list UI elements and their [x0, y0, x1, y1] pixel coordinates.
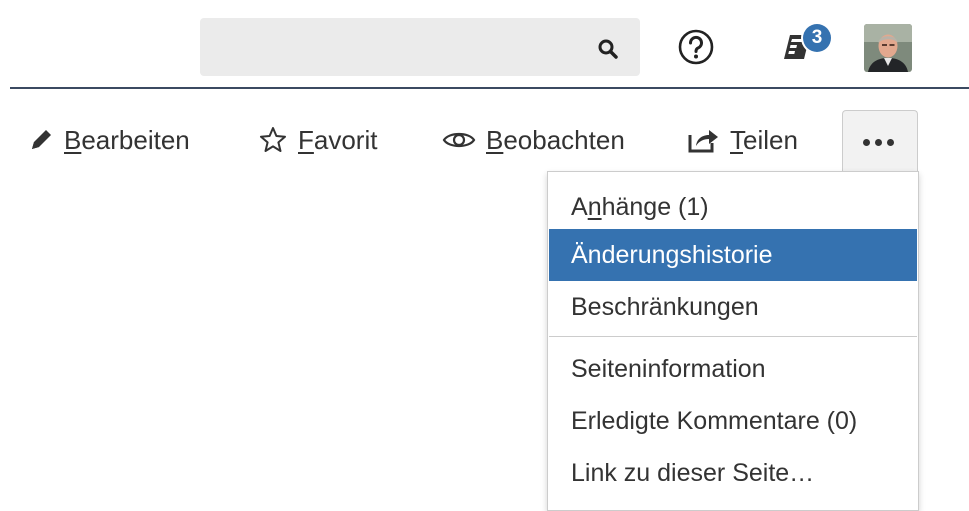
share-button[interactable]: Teilen	[688, 118, 798, 162]
menu-item-attachments[interactable]: Anhänge (1)	[549, 181, 917, 233]
eye-icon	[442, 132, 476, 148]
user-avatar[interactable]	[864, 24, 912, 72]
menu-item-restrictions[interactable]: Beschränkungen	[549, 281, 917, 333]
avatar-photo-icon	[864, 24, 912, 72]
watch-button[interactable]: Beobachten	[442, 118, 625, 162]
star-outline-icon	[260, 127, 286, 152]
ellipsis-icon	[863, 139, 894, 146]
menu-item-page-information[interactable]: Seiteninformation	[549, 343, 917, 395]
share-label: Teilen	[730, 124, 798, 155]
menu-item-page-history[interactable]: Änderungshistorie	[549, 229, 917, 281]
watch-label: Beobachten	[486, 124, 625, 155]
header-divider	[10, 87, 969, 89]
share-icon	[688, 130, 718, 153]
search-box[interactable]	[200, 18, 640, 76]
menu-item-link-to-page[interactable]: Link zu dieser Seite…	[549, 447, 917, 499]
search-input[interactable]	[200, 18, 580, 76]
favorite-button[interactable]: Favorit	[258, 118, 377, 162]
pencil-icon	[32, 130, 51, 149]
menu-item-resolved-comments[interactable]: Erledigte Kommentare (0)	[549, 395, 917, 447]
menu-separator	[549, 336, 917, 337]
edit-button[interactable]: Bearbeiten	[28, 118, 190, 162]
favorite-label: Favorit	[298, 124, 378, 155]
edit-label: Bearbeiten	[64, 124, 190, 155]
search-icon[interactable]	[596, 37, 620, 61]
more-actions-button[interactable]	[842, 110, 918, 172]
help-icon[interactable]	[677, 28, 715, 66]
more-actions-menu: Anhänge (1) Änderungshistorie Beschränku…	[547, 171, 919, 511]
notification-count-badge[interactable]: 3	[803, 24, 831, 52]
